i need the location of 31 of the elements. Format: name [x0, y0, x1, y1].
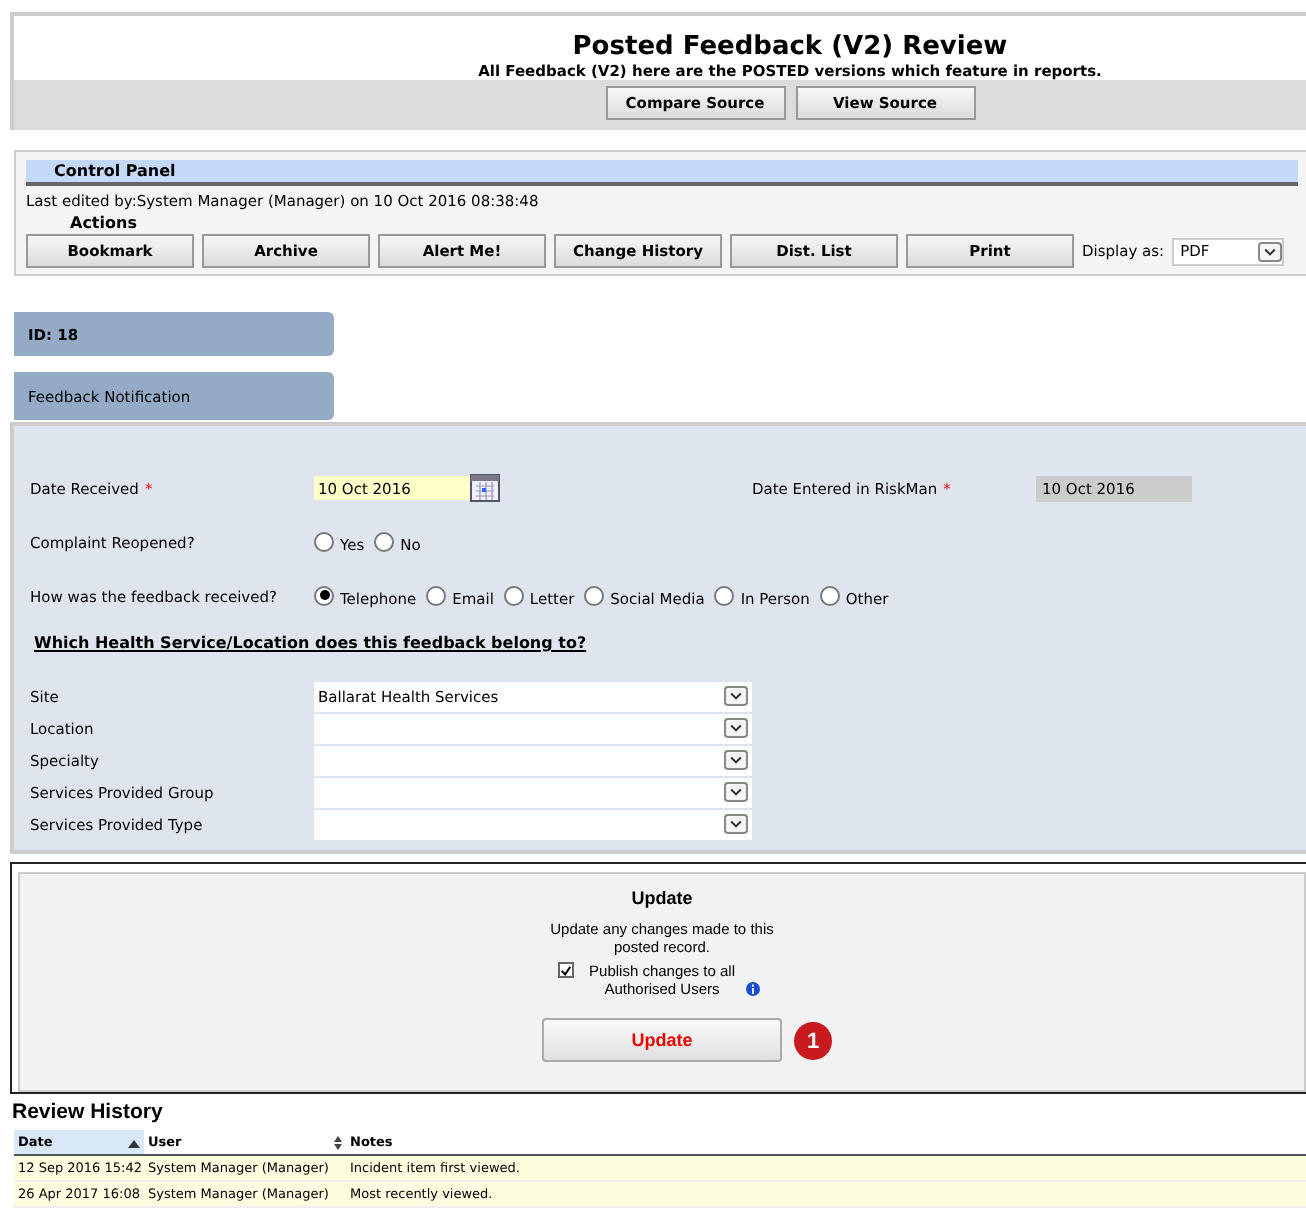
- select-field[interactable]: [314, 745, 752, 775]
- step-badge: 1: [794, 1022, 832, 1060]
- sort-ascending-icon[interactable]: [128, 1137, 140, 1147]
- update-button[interactable]: Update: [542, 1018, 782, 1062]
- select-field[interactable]: [314, 809, 752, 839]
- calendar-icon[interactable]: [470, 474, 500, 502]
- radio-button[interactable]: [314, 585, 334, 605]
- update-title: Update: [631, 888, 693, 908]
- dropdown-caret-icon[interactable]: [1258, 241, 1283, 261]
- radio-button[interactable]: [584, 585, 605, 605]
- radio-button[interactable]: [714, 585, 735, 605]
- page-title: Posted Feedback (V2) Review: [570, 30, 1010, 62]
- info-icon[interactable]: [746, 982, 760, 996]
- dropdown-caret-icon[interactable]: [724, 750, 748, 770]
- dropdown-caret-icon[interactable]: [724, 718, 748, 738]
- publish-checkbox[interactable]: [558, 962, 574, 978]
- dropdown-caret-icon[interactable]: [724, 686, 748, 706]
- section-heading: Which Health Service/Location does this feedback belong to?: [32, 632, 589, 656]
- select-field[interactable]: [314, 777, 752, 807]
- dropdown-caret-icon[interactable]: [724, 814, 748, 834]
- radio-button[interactable]: [374, 531, 395, 551]
- select-field[interactable]: [314, 713, 752, 743]
- radio-button[interactable]: [314, 531, 334, 551]
- dropdown-caret-icon[interactable]: [724, 782, 748, 802]
- radio-button[interactable]: [426, 585, 447, 605]
- panel-title: Control Panel: [26, 160, 1298, 186]
- radio-button[interactable]: [819, 585, 840, 605]
- sort-icon[interactable]: [334, 1135, 342, 1149]
- radio-button[interactable]: [503, 585, 524, 605]
- actions-label: Actions: [68, 212, 139, 234]
- section-title: Review History: [10, 1098, 165, 1128]
